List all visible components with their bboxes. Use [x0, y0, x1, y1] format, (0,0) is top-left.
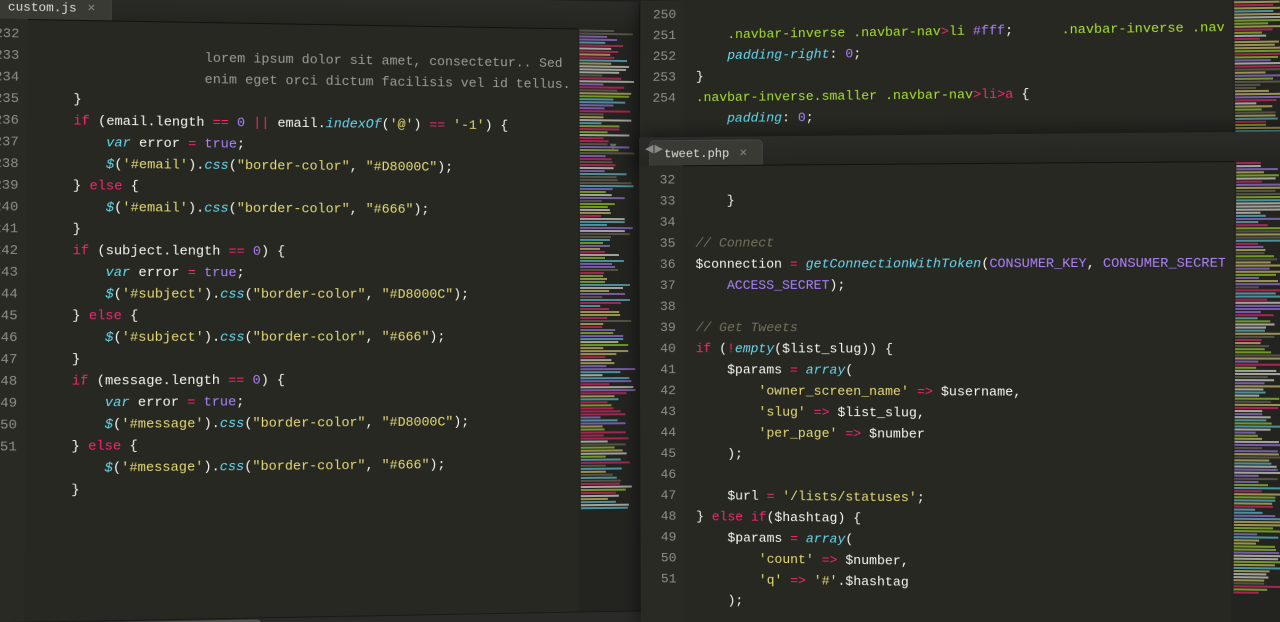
- close-icon[interactable]: ×: [87, 1, 95, 16]
- tab-custom-js[interactable]: custom.js ×: [0, 0, 111, 20]
- chevron-down-icon[interactable]: ▼: [610, 140, 630, 154]
- editor-pane-right-bottom[interactable]: tweet.php × 3233343536373839404142434445…: [639, 131, 1280, 622]
- tab-label: tweet.php: [664, 146, 729, 161]
- editor-pane-left[interactable]: custom.js × 2322332342352362372382392402…: [0, 0, 641, 622]
- line-gutter-rbottom: 3233343536373839404142434445464748495051: [639, 165, 684, 622]
- chevron-right-icon[interactable]: ▶: [655, 142, 663, 156]
- minimap-left[interactable]: [577, 28, 641, 622]
- code-area-right-bottom[interactable]: } // Connect $connection = getConnection…: [687, 161, 1225, 622]
- pane-split-controls[interactable]: ◀ ▶: [636, 136, 672, 162]
- tab-label: custom.js: [8, 0, 77, 15]
- chevron-left-icon[interactable]: ◀: [645, 142, 653, 156]
- code-area-left[interactable]: lorem ipsum dolor sit amet, consectetur.…: [28, 19, 571, 622]
- close-icon[interactable]: ×: [739, 146, 747, 161]
- line-gutter-left: 2322332342352362372382392402412422432442…: [0, 18, 28, 622]
- minimap-rbottom[interactable]: [1231, 161, 1280, 622]
